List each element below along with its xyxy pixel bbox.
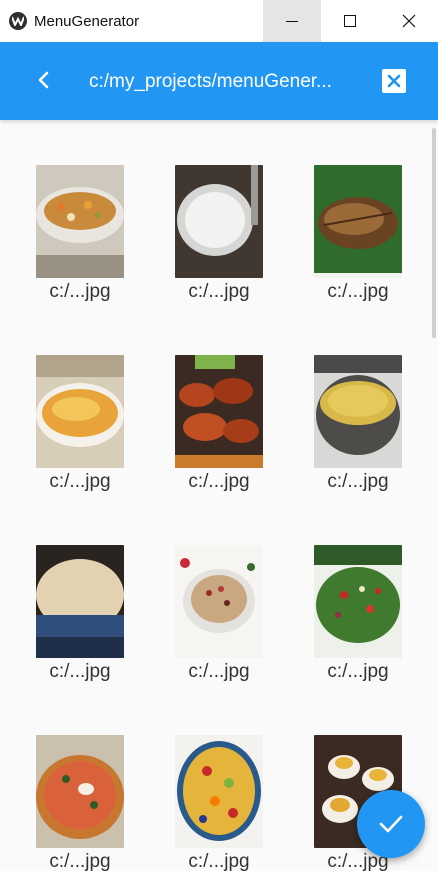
check-icon <box>379 815 403 833</box>
clear-box-icon <box>387 74 401 88</box>
file-thumbnail <box>175 735 263 848</box>
file-item[interactable]: c:/...jpg <box>298 355 418 495</box>
file-thumbnail <box>36 355 124 468</box>
file-caption: c:/...jpg <box>327 281 389 302</box>
file-thumbnail <box>36 165 124 278</box>
file-item[interactable]: c:/...jpg <box>20 735 140 871</box>
file-caption: c:/...jpg <box>188 281 250 302</box>
minimize-button[interactable] <box>263 0 321 42</box>
file-thumbnail <box>175 545 263 658</box>
window-titlebar: MenuGenerator <box>0 0 438 42</box>
file-item[interactable]: c:/...jpg <box>20 355 140 495</box>
file-item[interactable]: c:/...jpg <box>298 165 418 305</box>
file-thumbnail <box>314 355 402 468</box>
back-button[interactable] <box>33 69 55 91</box>
confirm-button[interactable] <box>357 790 425 858</box>
file-thumbnail <box>314 545 402 658</box>
file-caption: c:/...jpg <box>327 471 389 492</box>
file-caption: c:/...jpg <box>188 851 250 871</box>
close-window-button[interactable] <box>380 0 438 42</box>
clear-button[interactable] <box>382 69 406 93</box>
app-logo-icon <box>9 12 27 30</box>
file-caption: c:/...jpg <box>188 471 250 492</box>
app-bar: c:/my_projects/menuGener... <box>0 42 438 120</box>
chevron-left-icon <box>38 71 49 89</box>
file-item[interactable]: c:/...jpg <box>159 165 279 305</box>
file-thumbnail <box>36 735 124 848</box>
window-title: MenuGenerator <box>34 13 140 30</box>
file-item[interactable]: c:/...jpg <box>159 355 279 495</box>
file-caption: c:/...jpg <box>49 851 111 871</box>
file-caption: c:/...jpg <box>188 661 250 682</box>
file-thumbnail <box>36 545 124 658</box>
maximize-button[interactable] <box>321 0 379 42</box>
file-thumbnail <box>314 165 402 278</box>
file-caption: c:/...jpg <box>49 471 111 492</box>
current-path: c:/my_projects/menuGener... <box>89 71 332 92</box>
file-caption: c:/...jpg <box>49 281 111 302</box>
file-thumbnail <box>175 355 263 468</box>
file-item[interactable]: c:/...jpg <box>20 165 140 305</box>
file-item[interactable]: c:/...jpg <box>159 545 279 685</box>
file-grid: c:/...jpg c:/...jpg c:/...jpg c:/...jpg … <box>0 120 438 871</box>
file-thumbnail <box>175 165 263 278</box>
file-item[interactable]: c:/...jpg <box>20 545 140 685</box>
file-caption: c:/...jpg <box>327 661 389 682</box>
file-item[interactable]: c:/...jpg <box>298 545 418 685</box>
file-item[interactable]: c:/...jpg <box>159 735 279 871</box>
file-caption: c:/...jpg <box>49 661 111 682</box>
